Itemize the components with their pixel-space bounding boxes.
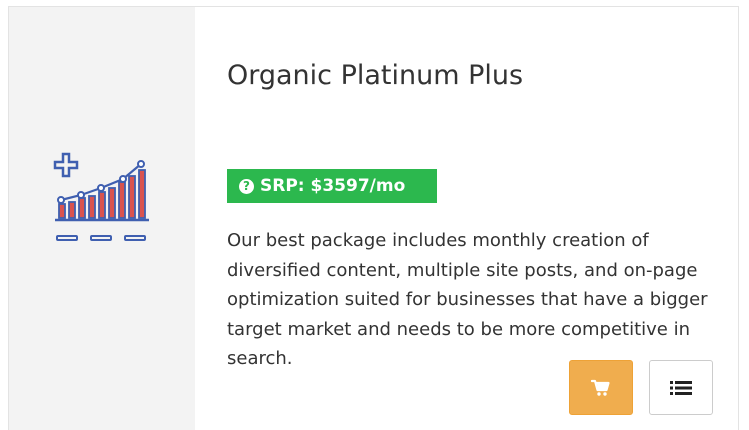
details-button[interactable]: [649, 360, 713, 415]
product-card: Organic Platinum Plus ? SRP: $3597/mo Ou…: [8, 6, 739, 430]
question-circle-icon: ?: [239, 178, 254, 194]
product-icon-panel: [9, 7, 195, 430]
product-title: Organic Platinum Plus: [227, 60, 524, 91]
product-description: Our best package includes monthly creati…: [227, 230, 708, 369]
list-icon: [670, 380, 692, 395]
srp-badge: ? SRP: $3597/mo: [227, 169, 437, 203]
add-to-cart-button[interactable]: [569, 360, 633, 415]
growth-chart-icon: [53, 152, 157, 247]
srp-label: SRP: $3597/mo: [260, 176, 406, 196]
shopping-cart-icon: [591, 379, 610, 396]
